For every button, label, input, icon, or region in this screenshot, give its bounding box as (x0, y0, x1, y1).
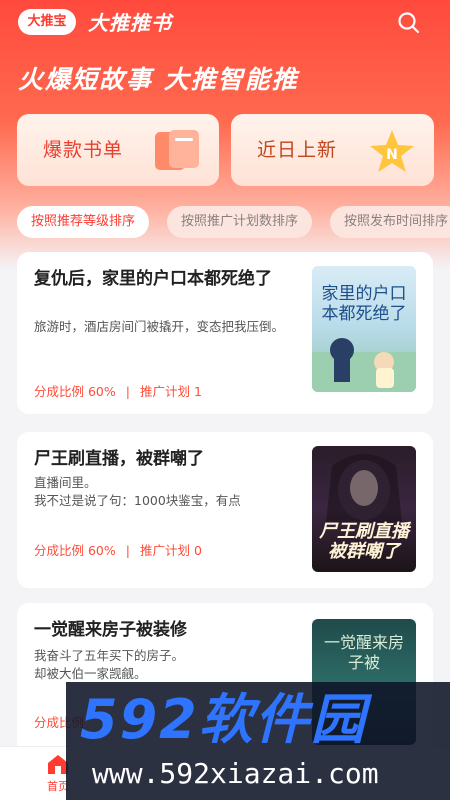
book-card[interactable]: 复仇后，家里的户口本都死绝了 旅游时，酒店房间门被撬开，变态把我压倒。 分成比例… (17, 252, 433, 414)
plan-count: 推广计划 1 (139, 384, 202, 399)
book-cover[interactable]: 家里的户口本都死绝了 (312, 266, 416, 392)
cover-title: 一觉醒来房子被 (323, 633, 404, 672)
book-card[interactable]: 尸王刷直播，被群嘲了 直播间里。 我不过是说了句：1000块鉴宝，有点 分成比例… (17, 432, 433, 588)
book-title: 复仇后，家里的户口本都死绝了 (34, 269, 272, 289)
share-ratio: 分成比例 60% (34, 543, 116, 558)
book-meta: 分成比例 60% | 推广计划 1 (34, 383, 202, 401)
book-title: 一觉醒来房子被装修 (34, 620, 187, 640)
tab-sort-by-plan-count[interactable]: 按照推广计划数排序 (167, 206, 313, 238)
top-bar: 大推宝 大推推书 (0, 0, 450, 46)
book-meta: 分成比例 60% | 推广计划 0 (34, 542, 202, 560)
meta-divider: | (125, 543, 130, 558)
watermark-url: www.592xiazai.com (92, 757, 379, 790)
book-description: 直播间里。 我不过是说了句：1000块鉴宝，有点 (34, 474, 296, 510)
cover-title: 家里的户口本都死绝了 (321, 284, 407, 324)
new-star-icon: N (370, 130, 414, 172)
tab-sort-by-recommend[interactable]: 按照推荐等级排序 (17, 206, 150, 238)
app-title: 大推推书 (88, 11, 172, 35)
book-description-text: 我奋斗了五年买下的房子。 却被大伯一家觊觎。 (34, 648, 185, 681)
app-logo: 大推宝 (18, 9, 76, 35)
share-ratio: 分成比例 60% (34, 384, 116, 399)
book-title: 尸王刷直播，被群嘲了 (34, 449, 204, 469)
book-description: 我奋斗了五年买下的房子。 却被大伯一家觊觎。 (34, 647, 296, 683)
plan-count: 推广计划 0 (139, 543, 202, 558)
search-button[interactable] (396, 10, 422, 36)
book-cover[interactable]: 尸王刷直播被群嘲了 (312, 446, 416, 572)
search-icon (398, 12, 420, 34)
new-arrivals-card[interactable]: 近日上新 N (231, 114, 434, 186)
hot-booklist-card[interactable]: 爆款书单 (17, 114, 219, 186)
watermark-overlay: 592软件园 www.592xiazai.com (66, 682, 450, 800)
sort-tabs: 按照推荐等级排序 按照推广计划数排序 按照发布时间排序 (17, 206, 450, 238)
hot-booklist-label: 爆款书单 (43, 139, 124, 161)
hero-slogan: 火爆短故事 大推智能推 (18, 65, 299, 94)
book-description: 旅游时，酒店房间门被撬开，变态把我压倒。 (34, 319, 285, 334)
book-stack-icon (155, 130, 199, 170)
cover-title: 尸王刷直播被群嘲了 (319, 521, 409, 562)
tab-sort-by-publish-time[interactable]: 按照发布时间排序 (330, 206, 450, 238)
svg-text:N: N (386, 147, 398, 163)
meta-divider: | (125, 384, 130, 399)
book-description-text: 直播间里。 我不过是说了句：1000块鉴宝，有点 (34, 475, 241, 508)
new-arrivals-label: 近日上新 (257, 139, 338, 161)
watermark-brand: 592软件园 (80, 688, 367, 751)
